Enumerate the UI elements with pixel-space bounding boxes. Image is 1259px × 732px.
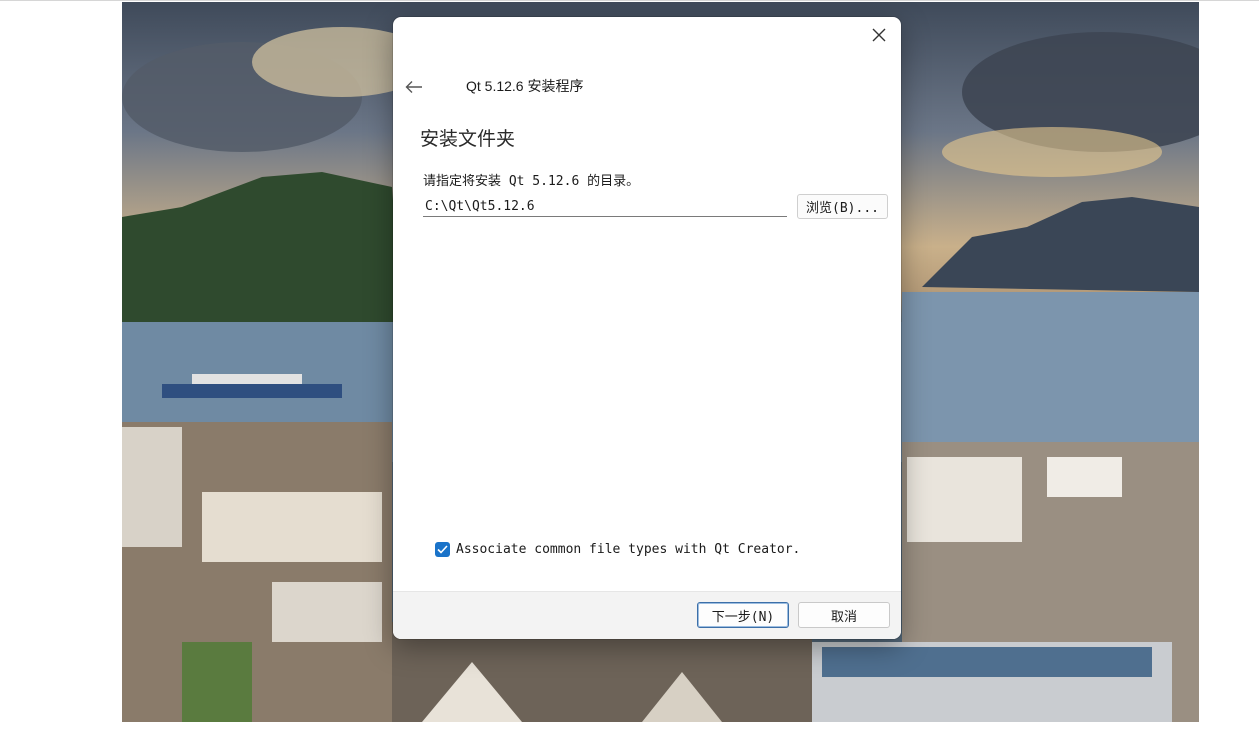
button-bar: 下一步(N) 取消 [393, 591, 901, 639]
browse-button[interactable]: 浏览(B)... [797, 194, 888, 219]
next-button[interactable]: 下一步(N) [697, 602, 789, 628]
back-button[interactable] [399, 73, 429, 101]
window-title: Qt 5.12.6 安装程序 [466, 78, 584, 94]
checkmark-icon [437, 545, 448, 554]
close-icon [872, 28, 886, 42]
associate-checkbox[interactable] [435, 542, 450, 557]
page-heading: 安装文件夹 [420, 128, 516, 150]
back-arrow-icon [405, 81, 422, 93]
associate-label: Associate common file types with Qt Crea… [456, 542, 801, 557]
install-dir-prompt: 请指定将安装 Qt 5.12.6 的目录。 [423, 174, 640, 189]
cancel-button[interactable]: 取消 [798, 602, 890, 628]
install-path-input[interactable] [423, 196, 787, 217]
top-divider [0, 0, 1259, 1]
associate-file-types-option[interactable]: Associate common file types with Qt Crea… [435, 542, 800, 557]
close-button[interactable] [857, 17, 901, 53]
installer-window: Qt 5.12.6 安装程序 安装文件夹 请指定将安装 Qt 5.12.6 的目… [393, 17, 901, 639]
